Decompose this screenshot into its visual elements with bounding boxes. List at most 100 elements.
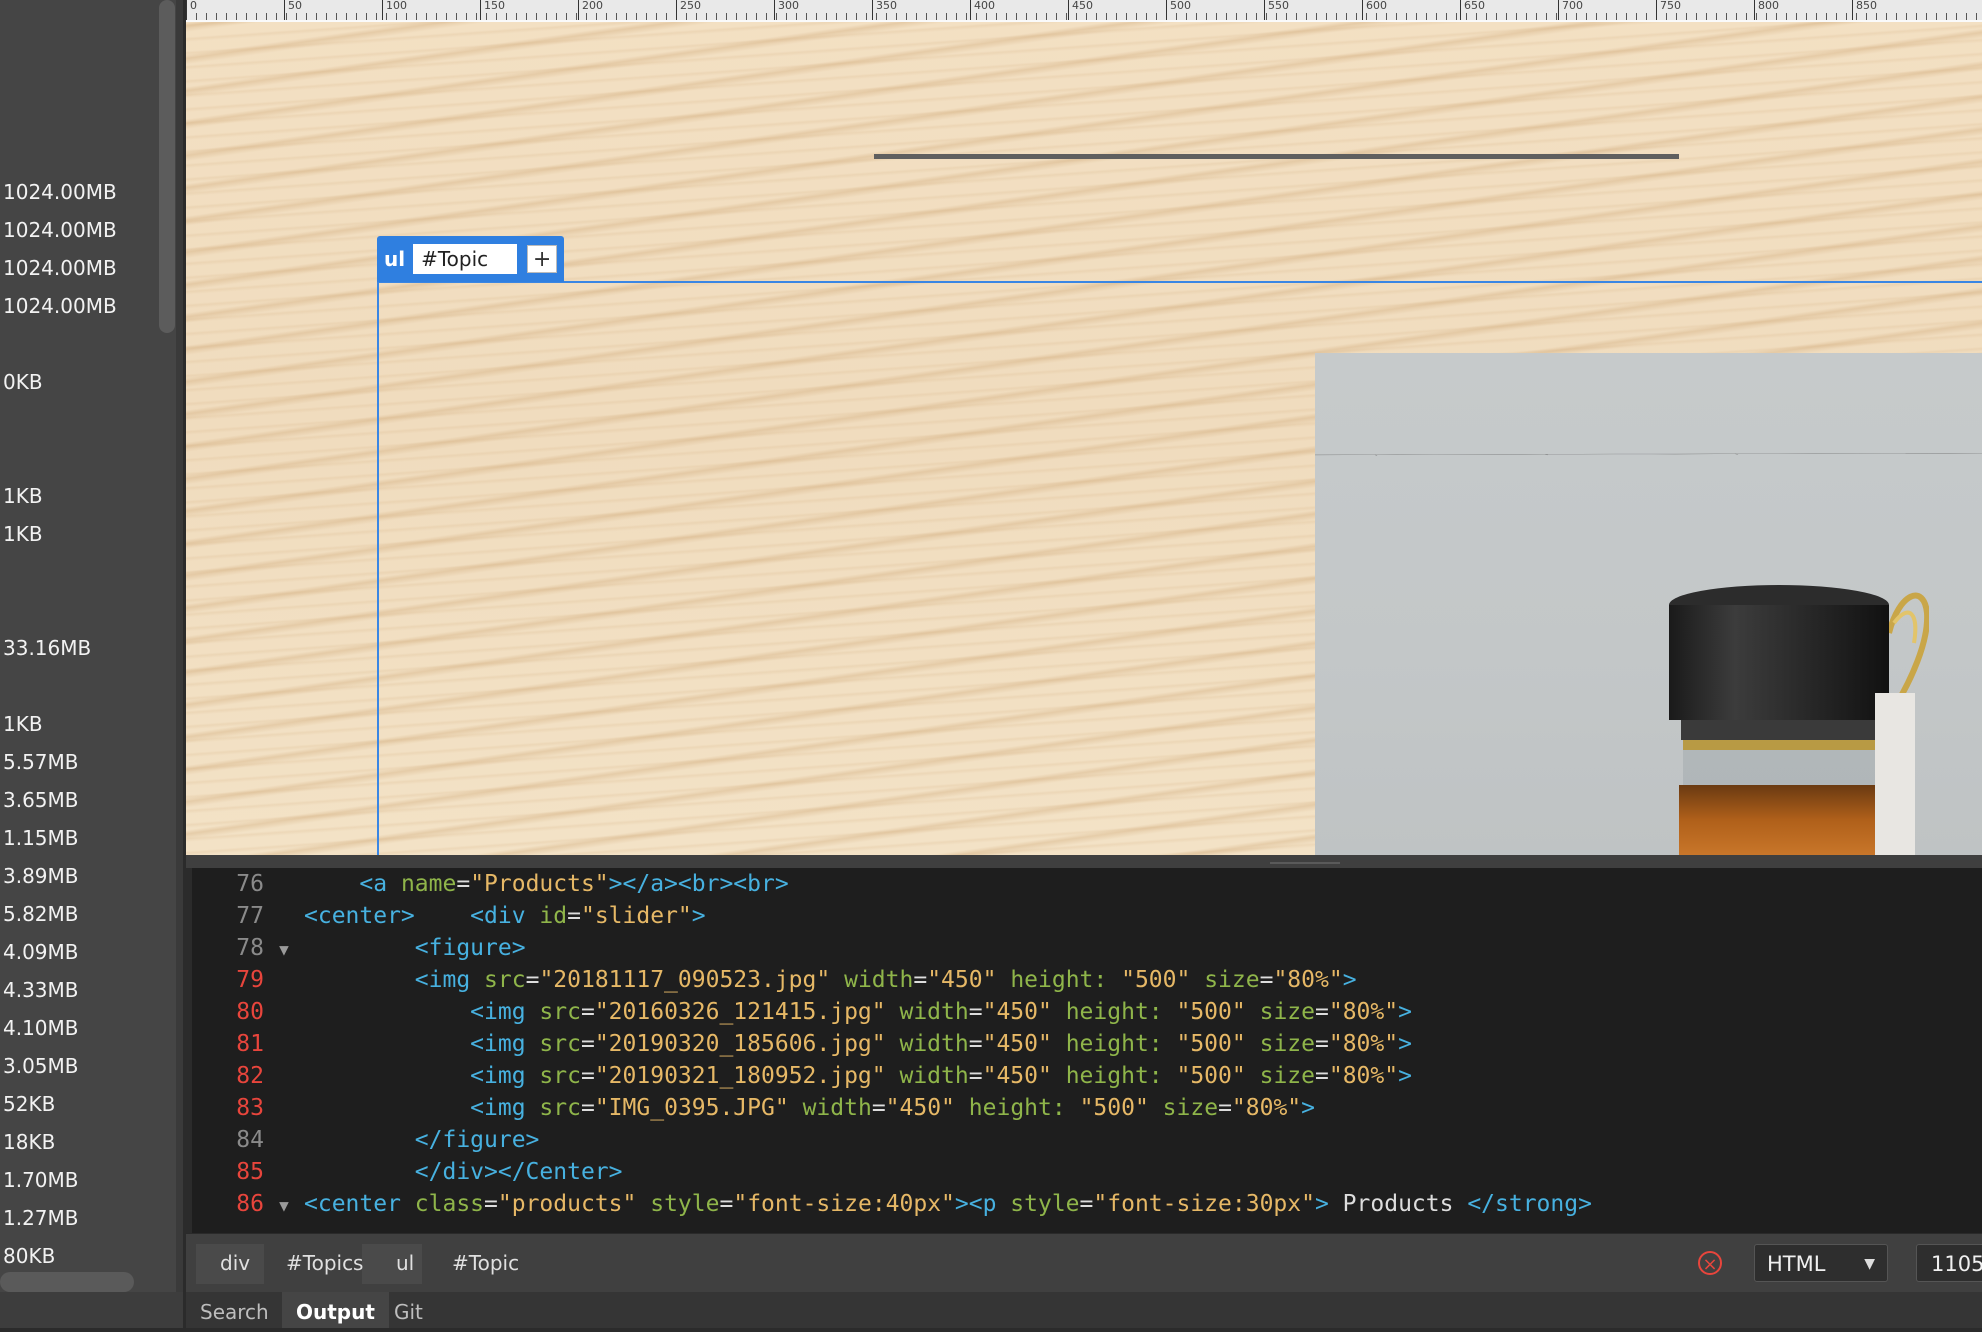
code-line[interactable]: 81 <img src="20190320_185606.jpg" width=… <box>192 1028 1412 1060</box>
line-number[interactable]: 77 <box>192 900 264 932</box>
code-token: <img <box>470 999 540 1025</box>
code-token: src <box>539 999 581 1025</box>
line-number[interactable]: 80 <box>192 996 264 1028</box>
element-selector-tag[interactable]: ul #Topic + <box>377 236 565 282</box>
file-size-value: 52KB <box>3 1092 56 1116</box>
file-size-value: 1024.00MB <box>3 256 117 280</box>
code-line[interactable]: 80 <img src="20160326_121415.jpg" width=… <box>192 996 1412 1028</box>
code-token: "80%" <box>1328 999 1399 1025</box>
breadcrumb-ul[interactable]: ul <box>396 1234 414 1293</box>
code-line[interactable]: 84 </figure> <box>192 1124 539 1156</box>
code-token: width <box>899 999 969 1025</box>
code-token: "80%" <box>1231 1095 1302 1121</box>
ruler-label: 750 <box>1660 0 1681 12</box>
code-token: > <box>1398 999 1412 1025</box>
add-selector-button[interactable]: + <box>527 245 558 273</box>
horizontal-rule <box>874 154 1679 159</box>
code-line[interactable]: 86 ▼ <center class="products" style="font-… <box>192 1188 1592 1220</box>
code-token: size <box>1162 1095 1219 1121</box>
code-line[interactable]: 77 <center> <div id="slider"> <box>192 900 705 932</box>
bottle-graphic <box>1669 585 1929 855</box>
code-token: src <box>539 1031 581 1057</box>
breadcrumb-topic[interactable]: #Topic <box>452 1234 519 1293</box>
code-editor[interactable]: 76 <a name="Products"></a><br><br> 77 <cen… <box>192 868 1982 1233</box>
code-token: "450" <box>982 999 1052 1025</box>
code-text: <img src="20190321_180952.jpg" width="45… <box>304 1063 1412 1089</box>
code-token: height: <box>1065 999 1177 1025</box>
vertical-scrollbar[interactable] <box>159 0 175 333</box>
code-token: "450" <box>927 967 997 993</box>
line-number[interactable]: 83 <box>192 1092 264 1124</box>
code-token: "500" <box>1079 1095 1149 1121</box>
code-line[interactable]: 76 <a name="Products"></a><br><br> <box>192 868 788 900</box>
line-number[interactable]: 78 <box>192 932 264 964</box>
code-line[interactable]: 78 ▼ <figure> <box>192 932 525 966</box>
code-token: </figure> <box>414 1127 540 1153</box>
error-circle-icon[interactable]: × <box>1698 1251 1722 1275</box>
panel-divider[interactable] <box>176 0 183 1328</box>
code-token: <center <box>304 1191 415 1217</box>
file-size-value: 1.15MB <box>3 826 79 850</box>
ruler-label: 400 <box>974 0 995 12</box>
code-token: = <box>1259 967 1274 993</box>
design-view[interactable]: 0 50 100 150 200 250 300 350 400 450 500 550 600 650 7… <box>186 0 1982 855</box>
file-size-value: 1024.00MB <box>3 294 117 318</box>
tab-search[interactable]: Search <box>186 1292 283 1328</box>
line-number[interactable]: 85 <box>192 1156 264 1188</box>
file-size-value: 3.05MB <box>3 1054 79 1078</box>
code-token: = <box>1314 999 1329 1025</box>
cursor-position-field[interactable]: 1105 <box>1916 1244 1982 1282</box>
code-text: <img src="20181117_090523.jpg" width="45… <box>304 967 1357 993</box>
breadcrumb-topics[interactable]: #Topics <box>286 1234 363 1293</box>
fold-toggle-icon[interactable]: ▼ <box>264 934 304 966</box>
language-select[interactable]: HTML ▼ <box>1754 1244 1888 1282</box>
code-token: width <box>899 1063 969 1089</box>
line-number[interactable]: 79 <box>192 964 264 996</box>
code-token: "80%" <box>1328 1031 1399 1057</box>
ruler-label: 50 <box>288 0 302 12</box>
code-text: <a name="Products"></a><br><br> <box>304 871 788 897</box>
code-token: > <box>1314 1191 1329 1217</box>
code-token: "500" <box>1121 967 1191 993</box>
line-number[interactable]: 76 <box>192 868 264 900</box>
line-number[interactable]: 82 <box>192 1060 264 1092</box>
code-line[interactable]: 82 <img src="20190321_180952.jpg" width=… <box>192 1060 1412 1092</box>
code-token: = <box>719 1191 734 1217</box>
file-size-value: 0KB <box>3 370 43 394</box>
ruler-label: 450 <box>1072 0 1093 12</box>
code-token: = <box>580 1063 595 1089</box>
code-text: </div></Center> <box>304 1159 623 1185</box>
tab-git[interactable]: Git <box>380 1292 437 1328</box>
code-token: "80%" <box>1273 967 1343 993</box>
code-view-splitter[interactable] <box>186 855 1982 868</box>
fold-toggle-icon[interactable]: ▼ <box>264 1190 304 1222</box>
line-number[interactable]: 84 <box>192 1124 264 1156</box>
code-token: <img <box>414 967 485 993</box>
code-token: "font-size:40px" <box>733 1191 955 1217</box>
tab-output[interactable]: Output <box>282 1292 389 1328</box>
line-number[interactable]: 81 <box>192 1028 264 1060</box>
file-size-value: 3.89MB <box>3 864 79 888</box>
code-token: > <box>1398 1063 1412 1089</box>
code-token: "450" <box>885 1095 955 1121</box>
code-line[interactable]: 85 </div></Center> <box>192 1156 623 1188</box>
code-line[interactable]: 83 <img src="IMG_0395.JPG" width="450" h… <box>192 1092 1315 1124</box>
code-text: </figure> <box>304 1127 540 1153</box>
code-line[interactable]: 79 <img src="20181117_090523.jpg" width=… <box>192 964 1357 996</box>
breadcrumb-div[interactable]: div <box>220 1234 250 1293</box>
splitter-grip[interactable] <box>1270 862 1340 864</box>
element-selector-field[interactable]: #Topic <box>413 244 518 274</box>
horizontal-scrollbar[interactable] <box>0 1272 134 1292</box>
line-number[interactable]: 86 <box>192 1188 264 1220</box>
